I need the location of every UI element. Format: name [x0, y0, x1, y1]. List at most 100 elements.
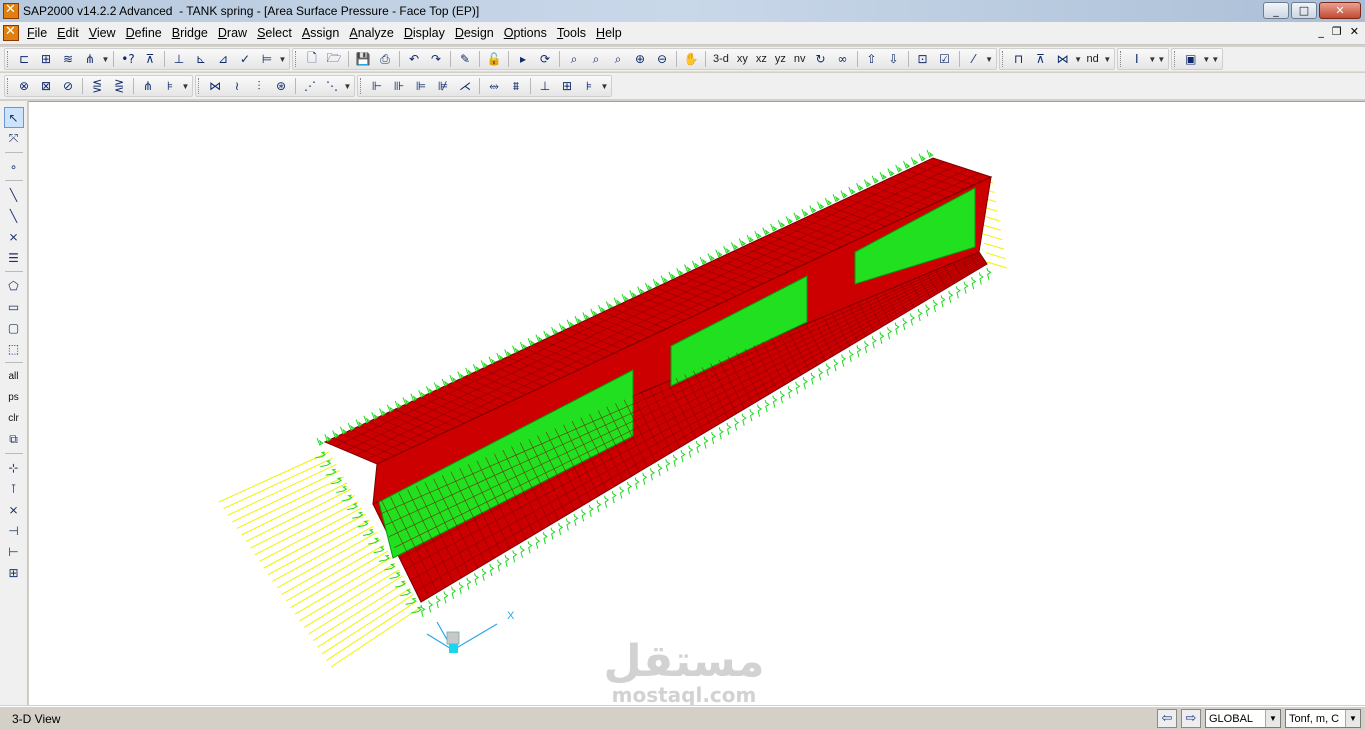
- joint-info-icon[interactable]: •?: [117, 49, 139, 69]
- snap-intersection-icon[interactable]: ⨯: [4, 499, 24, 520]
- check-box-icon[interactable]: ☑: [934, 49, 956, 69]
- snap-lines-icon[interactable]: ⊢: [4, 541, 24, 562]
- run-analysis-icon[interactable]: ▸: [512, 49, 534, 69]
- view-nv-button[interactable]: nv: [790, 49, 810, 69]
- deformed-shape-icon[interactable]: ⋈: [204, 76, 226, 96]
- zoom-default-icon[interactable]: ⌕: [585, 49, 607, 69]
- forces-icon[interactable]: ⊛: [270, 76, 292, 96]
- zoom-previous-icon[interactable]: ⌕: [607, 49, 629, 69]
- load-patterns-icon[interactable]: ⋔: [79, 49, 101, 69]
- select-all-button[interactable]: all: [4, 366, 24, 387]
- mode-shape-icon[interactable]: ≀: [226, 76, 248, 96]
- down-arrow-icon[interactable]: ⇩: [883, 49, 905, 69]
- chevron-down-icon[interactable]: ▼: [1265, 710, 1280, 727]
- design-overwrites-icon[interactable]: ⊪: [388, 76, 410, 96]
- draw-rect-area-icon[interactable]: ▭: [4, 296, 24, 317]
- table-icon[interactable]: ⊞: [556, 76, 578, 96]
- check-loads-icon[interactable]: ✓: [234, 49, 256, 69]
- frame-sections-icon[interactable]: ⊏: [13, 49, 35, 69]
- print-icon[interactable]: ⎙: [374, 49, 396, 69]
- new-file-icon[interactable]: 🗋: [301, 49, 323, 69]
- dropdown-arrow-icon[interactable]: ▼: [1211, 55, 1220, 64]
- assign-area-icon[interactable]: ⊘: [57, 76, 79, 96]
- steel-design-icon[interactable]: ⊫: [410, 76, 432, 96]
- ground-icon[interactable]: ⊥: [534, 76, 556, 96]
- draw-joint-icon[interactable]: ∘: [4, 156, 24, 177]
- view-3d-button[interactable]: 3-d: [709, 49, 733, 69]
- view-xy-button[interactable]: xy: [733, 49, 752, 69]
- pan-icon[interactable]: ✋: [680, 49, 702, 69]
- restraints-icon[interactable]: ⊼: [139, 49, 161, 69]
- view-xz-button[interactable]: xz: [752, 49, 771, 69]
- menu-select[interactable]: Select: [255, 26, 300, 40]
- quick-area-icon[interactable]: ▢: [4, 317, 24, 338]
- snap-fine-grid-icon[interactable]: ⊞: [4, 562, 24, 583]
- sap2000-app-icon[interactable]: [3, 2, 19, 19]
- previous-selection-button[interactable]: ps: [4, 387, 24, 408]
- menu-assign[interactable]: Assign: [300, 26, 348, 40]
- draw-cable-icon[interactable]: ╲: [4, 205, 24, 226]
- minimize-button[interactable]: _: [1263, 2, 1289, 19]
- zoom-in-icon[interactable]: ⊕: [629, 49, 651, 69]
- dropdown-arrow-icon[interactable]: ▼: [343, 82, 352, 91]
- menu-view[interactable]: View: [87, 26, 124, 40]
- menu-file[interactable]: File: [25, 26, 55, 40]
- joint-loads-icon[interactable]: ⋚: [86, 76, 108, 96]
- intersecting-line-icon[interactable]: ⧉: [4, 429, 24, 450]
- lock-icon[interactable]: 🔓: [483, 49, 505, 69]
- snap-ends-icon[interactable]: ⊺: [4, 478, 24, 499]
- redo-icon[interactable]: ↷: [425, 49, 447, 69]
- refresh-icon[interactable]: ✎: [454, 49, 476, 69]
- assign-joint-icon[interactable]: ⊗: [13, 76, 35, 96]
- area-loads-icon[interactable]: ⊿: [212, 49, 234, 69]
- mdi-restore-button[interactable]: ❐: [1332, 25, 1342, 38]
- menu-options[interactable]: Options: [502, 26, 555, 40]
- pointer-icon[interactable]: ↖: [3, 107, 24, 128]
- menu-bridge[interactable]: Bridge: [170, 26, 216, 40]
- menu-help[interactable]: Help: [594, 26, 630, 40]
- next-view-icon[interactable]: ⇨: [1181, 709, 1201, 728]
- reshape-icon[interactable]: ⤧: [4, 128, 24, 149]
- mdi-minimize-button[interactable]: _: [1318, 25, 1324, 38]
- menu-display[interactable]: Display: [402, 26, 453, 40]
- joint-reactions-icon[interactable]: ⫶: [248, 76, 270, 96]
- menu-define[interactable]: Define: [124, 26, 170, 40]
- frame-loads-icon[interactable]: ⊥: [168, 49, 190, 69]
- link-icon[interactable]: ⥈: [483, 76, 505, 96]
- units-select[interactable]: Tonf, m, C ▼: [1285, 709, 1361, 728]
- display-frame-icon[interactable]: ▣: [1180, 49, 1202, 69]
- area-sections-icon[interactable]: ⊞: [35, 49, 57, 69]
- shrink-objects-icon[interactable]: ⁄: [963, 49, 985, 69]
- draw-grid-icon[interactable]: ⋈: [1052, 49, 1074, 69]
- draw-poly-area-icon[interactable]: ⬠: [4, 275, 24, 296]
- model-view-canvas[interactable]: X مستقل mostaql.com: [29, 101, 1365, 705]
- snap-points-icon[interactable]: ⊹: [4, 457, 24, 478]
- save-icon[interactable]: 💾: [352, 49, 374, 69]
- menu-analyze[interactable]: Analyze: [347, 26, 401, 40]
- area-pressure-icon[interactable]: ⊨: [256, 49, 278, 69]
- previous-view-icon[interactable]: ⇦: [1157, 709, 1177, 728]
- assign-frame-icon[interactable]: ⊠: [35, 76, 57, 96]
- nd-button[interactable]: nd: [1083, 49, 1103, 69]
- close-button[interactable]: ✕: [1319, 2, 1361, 19]
- view-yz-button[interactable]: yz: [771, 49, 790, 69]
- draw-frame-icon[interactable]: ⊓: [1008, 49, 1030, 69]
- menu-draw[interactable]: Draw: [216, 26, 255, 40]
- draw-special-icon[interactable]: ⊼: [1030, 49, 1052, 69]
- dropdown-arrow-icon[interactable]: ▼: [1103, 55, 1112, 64]
- zoom-out-icon[interactable]: ⊖: [651, 49, 673, 69]
- coordinate-system-select[interactable]: GLOBAL ▼: [1205, 709, 1281, 728]
- dropdown-arrow-icon[interactable]: ▼: [1148, 55, 1157, 64]
- frame-design-icon[interactable]: ⊩: [366, 76, 388, 96]
- chevron-down-icon[interactable]: ▼: [1345, 710, 1360, 727]
- dropdown-arrow-icon[interactable]: ▼: [985, 55, 994, 64]
- draw-line-icon[interactable]: ╲: [4, 184, 24, 205]
- snap-perpendicular-icon[interactable]: ⊣: [4, 520, 24, 541]
- design-combos-icon[interactable]: ⊯: [432, 76, 454, 96]
- draw-brace-icon[interactable]: ⨯: [4, 226, 24, 247]
- maximize-button[interactable]: □: [1291, 2, 1317, 19]
- menu-edit[interactable]: Edit: [55, 26, 87, 40]
- dropdown-arrow-icon[interactable]: ▼: [600, 82, 609, 91]
- design-check-icon[interactable]: ⋌: [454, 76, 476, 96]
- frame-releases-icon[interactable]: ⋛: [108, 76, 130, 96]
